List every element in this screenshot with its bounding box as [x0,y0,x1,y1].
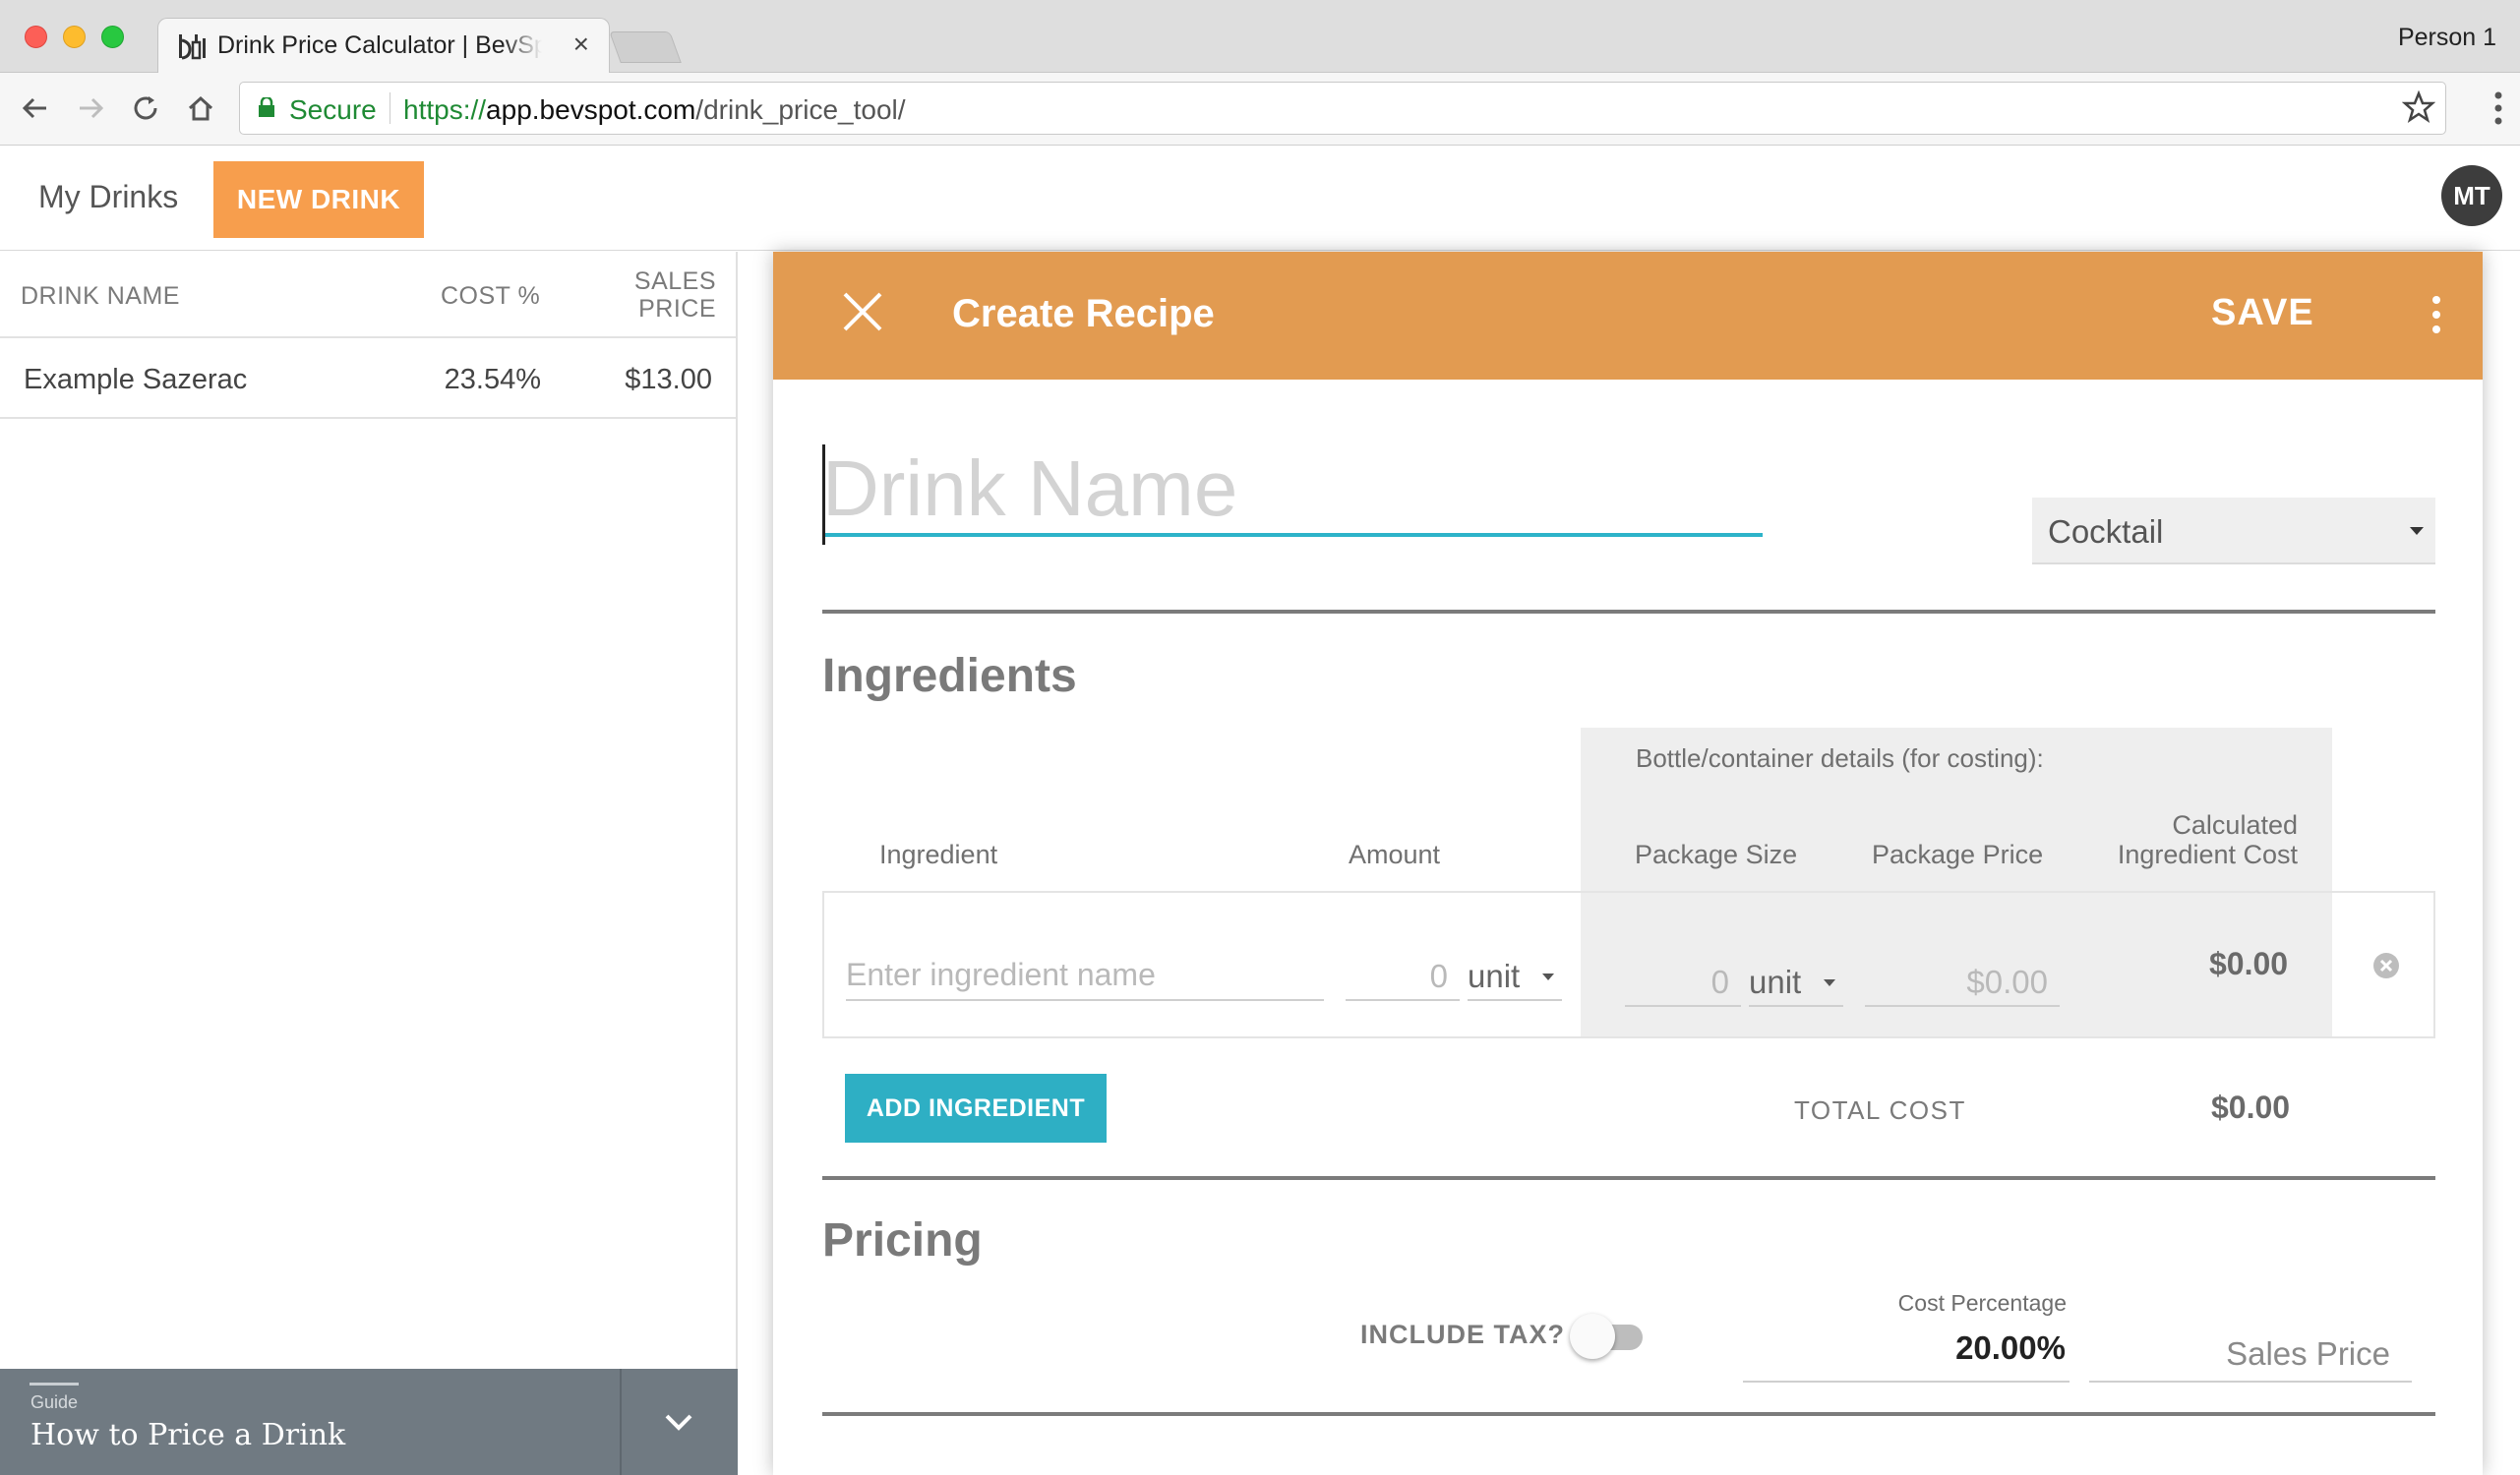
address-bar[interactable]: Secure https://app.bevspot.com/drink_pri… [239,82,2446,135]
column-drink-name[interactable]: DRINK NAME [21,282,180,311]
tab-close-icon[interactable]: × [573,29,589,60]
package-size-input[interactable]: 0 [1625,956,1741,1007]
cost-percentage-label: Cost Percentage [1897,1290,2067,1316]
my-drinks-link[interactable]: My Drinks [38,179,178,215]
profile-name[interactable]: Person 1 [2398,24,2496,52]
modal-title: Create Recipe [952,292,1215,335]
column-sales-price-line1[interactable]: SALES [630,267,716,296]
bookmark-star-icon[interactable] [2402,90,2435,124]
column-package-size: Package Size [1635,840,1798,869]
guide-label: Guide [30,1392,79,1412]
minimize-window-button[interactable] [63,26,86,48]
browser-tab-active[interactable]: Drink Price Calculator | BevSpot × [157,18,610,74]
divider [822,1176,2435,1180]
bevspot-favicon-icon [179,34,206,60]
cost-percentage-input[interactable]: 20.00% [1743,1324,2070,1383]
dropdown-arrow-icon [1542,974,1554,980]
drink-name-input[interactable] [822,444,1763,537]
guide-divider [620,1369,622,1475]
remove-ingredient-icon[interactable] [2372,952,2400,979]
divider [822,610,2435,614]
pricing-heading: Pricing [822,1214,983,1267]
secure-label: Secure [289,94,377,125]
create-recipe-modal: Create Recipe SAVE Cocktail Ingredients … [773,252,2483,1475]
more-options-icon[interactable] [2431,295,2441,334]
package-unit-select[interactable]: unit [1749,956,1843,1007]
dropdown-arrow-icon [2410,527,2424,535]
guide-title: How to Price a Drink [30,1418,346,1452]
browser-menu-icon[interactable] [2494,90,2502,126]
drink-sales-price: $13.00 [625,364,712,395]
column-amount: Amount [1349,840,1441,869]
text-caret [822,444,825,545]
drink-cost-percent: 23.54% [444,364,541,395]
ingredients-heading: Ingredients [822,650,1077,702]
calculated-ingredient-cost: $0.00 [2209,946,2289,981]
dropdown-arrow-icon [1824,979,1835,986]
package-price-input[interactable]: $0.00 [1865,956,2060,1007]
ingredient-name-input[interactable] [846,950,1324,1001]
column-ingredient: Ingredient [879,840,998,869]
drink-type-value: Cocktail [2048,513,2164,550]
total-cost-value: $0.00 [2211,1090,2291,1125]
column-calculated-line1: Calculated [2172,810,2298,840]
tab-title: Drink Price Calculator | BevSpot [217,31,542,59]
avatar[interactable]: MT [2441,165,2502,226]
close-icon[interactable] [842,291,883,332]
include-tax-toggle[interactable] [1570,1314,1650,1359]
home-icon[interactable] [181,88,220,128]
drink-type-select[interactable]: Cocktail [2032,498,2435,564]
browser-toolbar: Secure https://app.bevspot.com/drink_pri… [0,73,2520,146]
chevron-down-icon[interactable] [659,1402,698,1442]
amount-unit-select[interactable]: unit [1468,950,1562,1001]
close-window-button[interactable] [25,26,47,48]
include-tax-label: INCLUDE TAX? [1360,1320,1565,1349]
modal-header: Create Recipe SAVE [773,252,2483,380]
save-button[interactable]: SAVE [2211,292,2314,334]
guide-handle [30,1383,79,1386]
drink-list-header: DRINK NAME COST % SALES PRICE [0,252,736,338]
divider [822,1412,2435,1416]
back-arrow-icon[interactable] [16,88,55,128]
column-calculated-line2: Ingredient Cost [2117,840,2298,869]
new-drink-button[interactable]: NEW DRINK [213,161,424,238]
total-cost-label: TOTAL COST [1794,1095,1966,1125]
forward-arrow-icon[interactable] [71,88,110,128]
maximize-window-button[interactable] [101,26,124,48]
browser-tabbar: Drink Price Calculator | BevSpot × Perso… [0,0,2520,74]
app-header: My Drinks NEW DRINK MT [0,146,2520,251]
url-text: https://app.bevspot.com/drink_price_tool… [403,94,906,125]
drink-list-panel: DRINK NAME COST % SALES PRICE Example Sa… [0,252,738,1475]
column-sales-price-line2[interactable]: PRICE [630,295,716,324]
add-ingredient-button[interactable]: ADD INGREDIENT [845,1074,1107,1143]
reload-icon[interactable] [126,88,165,128]
new-tab-button[interactable] [609,31,682,63]
column-cost-percent[interactable]: COST % [441,282,540,311]
guide-panel[interactable]: Guide How to Price a Drink [0,1369,738,1475]
drink-name: Example Sazerac [24,364,248,395]
table-row[interactable]: Example Sazerac 23.54% $13.00 [0,338,736,419]
amount-input[interactable]: 0 [1346,950,1460,1001]
toggle-knob [1570,1314,1615,1359]
sales-price-input[interactable] [2089,1328,2412,1383]
lock-icon [259,97,274,117]
bottle-details-label: Bottle/container details (for costing): [1636,743,2044,773]
column-package-price: Package Price [1872,840,2044,869]
